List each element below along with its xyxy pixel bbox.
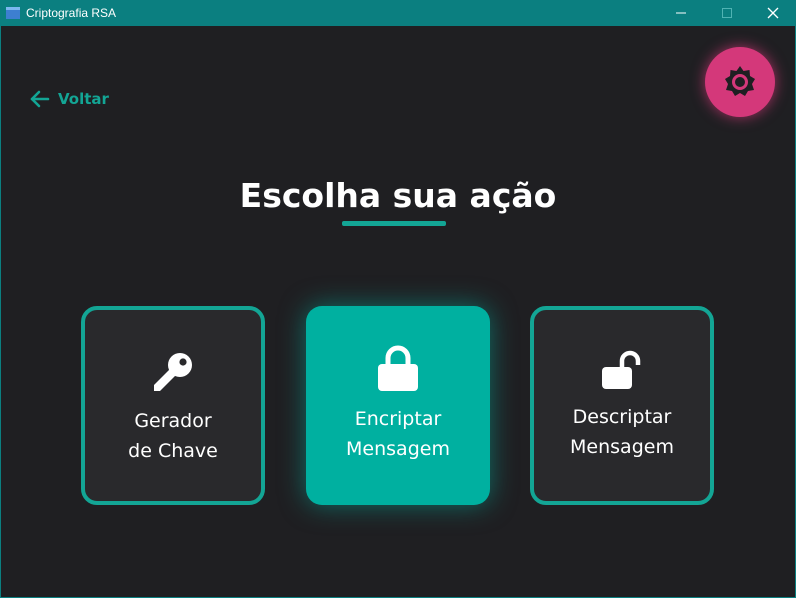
minimize-button[interactable] <box>658 0 704 26</box>
unlock-icon <box>600 342 644 390</box>
encrypt-message-card[interactable]: Encriptar Mensagem <box>306 306 490 505</box>
back-label: Voltar <box>58 90 109 108</box>
card-label-line: Gerador <box>134 410 212 432</box>
card-label: Descriptar Mensagem <box>570 402 674 462</box>
close-button[interactable] <box>750 0 796 26</box>
card-label: Gerador de Chave <box>128 406 218 466</box>
window-controls <box>658 0 796 26</box>
back-button[interactable]: Voltar <box>30 88 109 110</box>
card-label: Encriptar Mensagem <box>346 404 450 464</box>
arrow-left-icon <box>30 90 50 108</box>
key-generator-card[interactable]: Gerador de Chave <box>81 306 265 505</box>
theme-toggle-button[interactable] <box>705 47 775 117</box>
key-icon <box>151 346 195 394</box>
app-icon <box>6 7 20 19</box>
decrypt-message-card[interactable]: Descriptar Mensagem <box>530 306 714 505</box>
card-label-line: Mensagem <box>570 436 674 458</box>
card-label-line: Descriptar <box>572 406 672 428</box>
card-label-line: de Chave <box>128 440 218 462</box>
close-icon <box>767 7 779 19</box>
window-title: Criptografia RSA <box>26 6 117 20</box>
title-bar: Criptografia RSA <box>0 0 796 26</box>
sun-icon <box>725 66 755 96</box>
maximize-button[interactable] <box>704 0 750 26</box>
card-label-line: Mensagem <box>346 438 450 460</box>
lock-icon <box>377 344 419 392</box>
card-label-line: Encriptar <box>354 408 442 430</box>
title-underline <box>342 221 446 226</box>
maximize-icon <box>722 8 732 18</box>
page-title: Escolha sua ação <box>239 176 557 215</box>
minimize-icon <box>676 12 686 14</box>
